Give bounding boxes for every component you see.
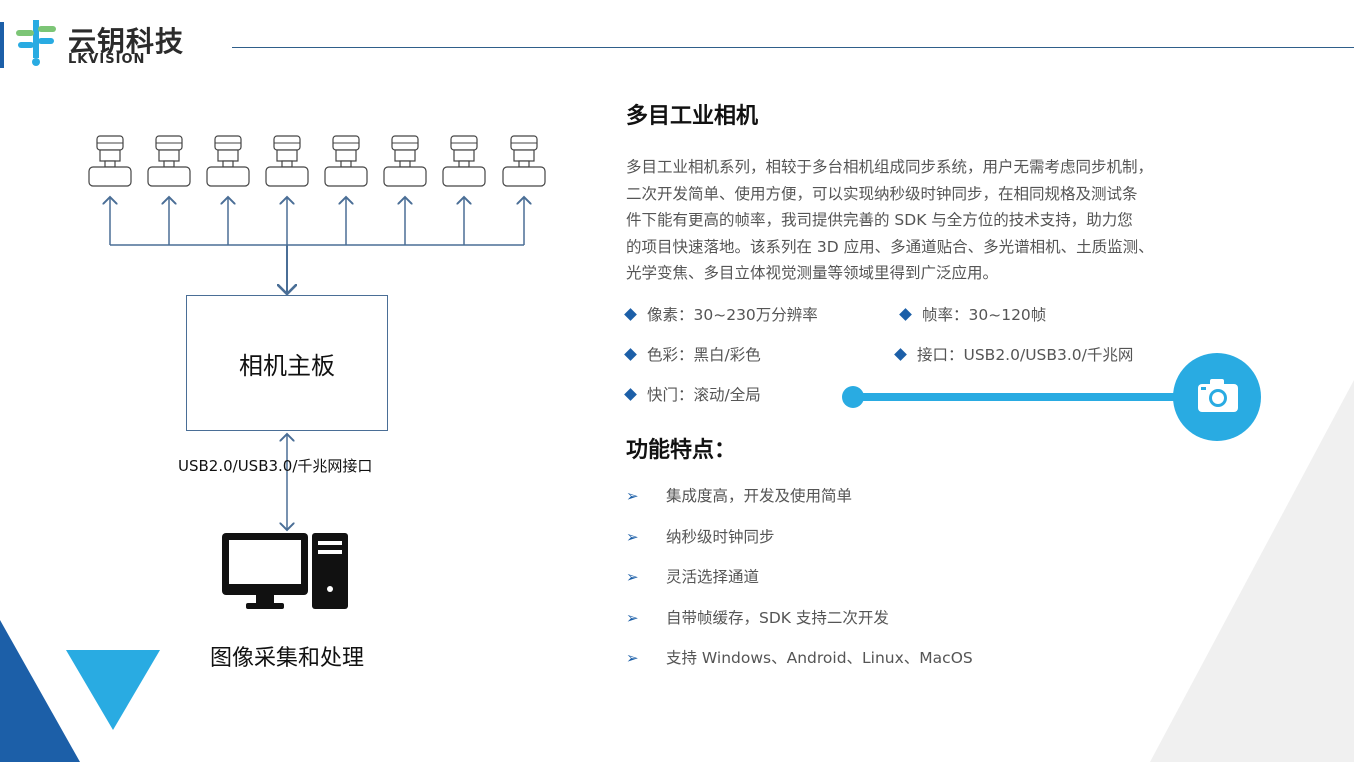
spec-item: 帧率：30~120帧 <box>899 303 1046 325</box>
diamond-bullet-icon <box>624 388 637 401</box>
arrow-bullet-icon: ➢ <box>626 487 639 505</box>
arrow-bullet-icon: ➢ <box>626 609 639 627</box>
pc-label: 图像采集和处理 <box>210 646 365 671</box>
camera-board-box: 相机主板 <box>186 295 388 431</box>
spec-item: 接口：USB2.0/USB3.0/千兆网 <box>894 343 1133 365</box>
arrow-bullet-icon: ➢ <box>626 649 639 667</box>
description-line: 的项目快速落地。该系列在 3D 应用、多通道贴合、多光谱相机、土质监测、 <box>626 237 1154 256</box>
diamond-bullet-icon <box>894 348 907 361</box>
bg-corner-shape <box>1150 380 1354 762</box>
connector-line <box>853 393 1180 401</box>
computer-icon <box>222 533 348 609</box>
description-line: 二次开发简单、使用方便，可以实现纳秒级时钟同步，在相同规格及测试条 <box>626 184 1138 203</box>
feature-item: ➢ 自带帧缓存，SDK 支持二次开发 <box>626 609 889 627</box>
spec-item: 色彩：黑白/彩色 <box>624 343 761 365</box>
camera-unit-icon <box>147 135 191 187</box>
spec-item: 快门：滚动/全局 <box>624 383 761 405</box>
camera-unit-icon <box>324 135 368 187</box>
diamond-bullet-icon <box>899 308 912 321</box>
board-label: 相机主板 <box>239 351 335 380</box>
arrow-bullet-icon: ➢ <box>626 568 639 586</box>
description-line: 光学变焦、多目立体视觉测量等领域里得到广泛应用。 <box>626 264 999 282</box>
interface-label: USB2.0/USB3.0/千兆网接口 <box>178 457 373 475</box>
camera-unit-icon <box>502 135 546 187</box>
diamond-bullet-icon <box>624 308 637 321</box>
feature-item: ➢ 灵活选择通道 <box>626 568 760 586</box>
product-description: 多目工业相机系列，相较于多台相机组成同步系统，用户无需考虑同步机制， 二次开发简… <box>626 154 1206 287</box>
description-line: 多目工业相机系列，相较于多台相机组成同步系统，用户无需考虑同步机制， <box>626 158 1154 176</box>
product-title: 多目工业相机 <box>626 104 759 129</box>
camera-unit-icon <box>265 135 309 187</box>
camera-unit-icon <box>442 135 486 187</box>
feature-item: ➢ 集成度高，开发及使用简单 <box>626 487 853 505</box>
features-title: 功能特点： <box>626 438 737 463</box>
feature-item: ➢ 纳秒级时钟同步 <box>626 528 775 546</box>
camera-unit-icon <box>383 135 427 187</box>
arrow-bullet-icon: ➢ <box>626 528 639 546</box>
camera-icon <box>1198 379 1238 412</box>
feature-item: ➢ 支持 Windows、Android、Linux、MacOS <box>626 649 973 667</box>
spec-item: 像素：30~230万分辨率 <box>624 303 818 325</box>
description-line: 件下能有更高的帧率，我司提供完善的 SDK 与全方位的技术支持，助力您 <box>626 211 1133 229</box>
camera-unit-icon <box>88 135 132 187</box>
camera-unit-icon <box>206 135 250 187</box>
diamond-bullet-icon <box>624 348 637 361</box>
